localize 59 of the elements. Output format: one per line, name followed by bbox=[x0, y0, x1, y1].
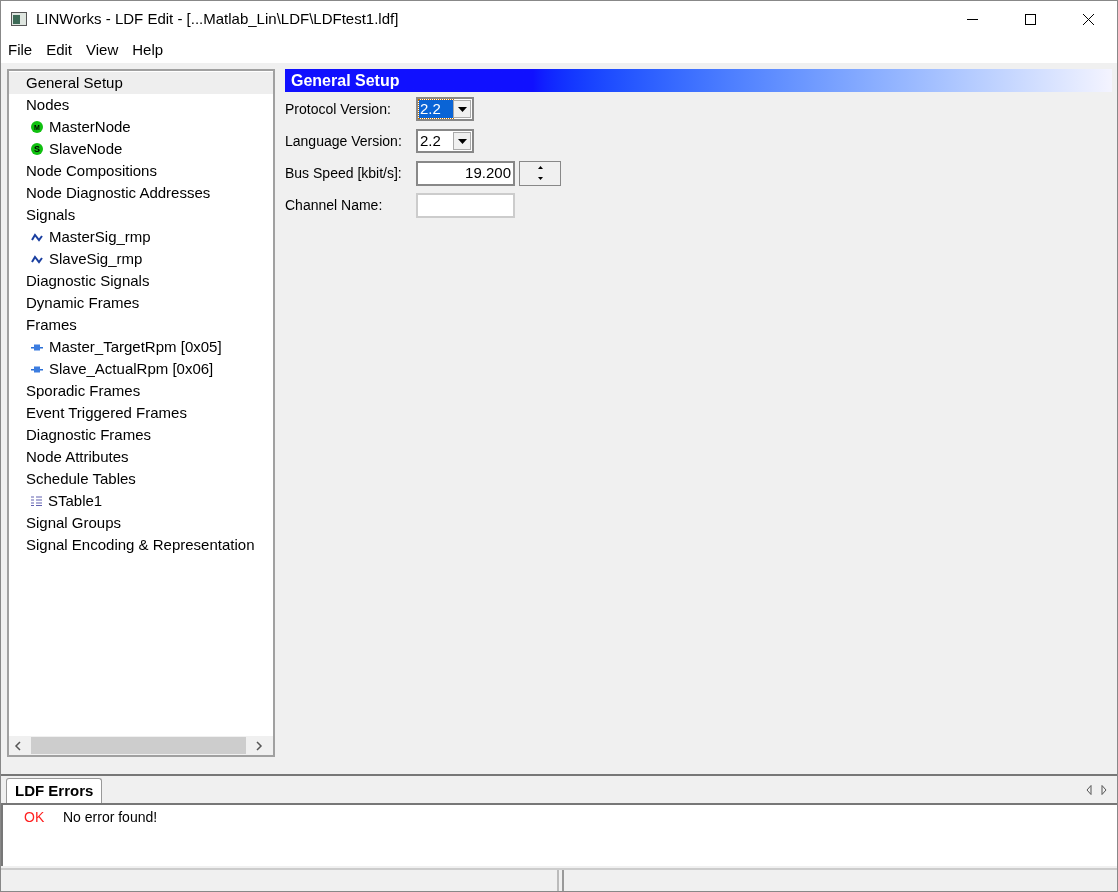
spin-buttons[interactable] bbox=[519, 160, 561, 186]
message-text: No error found! bbox=[63, 807, 158, 827]
menu-item[interactable]: View bbox=[86, 38, 119, 62]
field-label: Protocol Version: bbox=[285, 99, 392, 119]
field-label: Bus Speed [kbit/s]: bbox=[285, 163, 403, 183]
tree-item[interactable]: STable1 bbox=[9, 490, 273, 512]
horizontal-scrollbar[interactable] bbox=[9, 736, 273, 755]
window-title: LINWorks - LDF Edit - [...Matlab_Lin\LDF\LDFtest1.ldf] bbox=[36, 8, 399, 29]
tab-scroll-right-icon[interactable] bbox=[1101, 785, 1107, 795]
spin-up-icon bbox=[537, 165, 543, 169]
tree-item[interactable]: Sporadic Frames bbox=[9, 380, 273, 402]
tree-item[interactable]: MasterSig_rmp bbox=[9, 226, 273, 248]
panel-tab[interactable]: LDF Errors bbox=[6, 778, 103, 803]
text-field[interactable] bbox=[416, 192, 515, 218]
spin-down-icon bbox=[537, 177, 543, 181]
dropdown-arrow-icon bbox=[457, 138, 467, 144]
tree-item[interactable]: Node Compositions bbox=[9, 160, 273, 182]
tab-scroll-left-icon[interactable] bbox=[1086, 785, 1092, 795]
scroll-left-icon[interactable] bbox=[14, 740, 22, 751]
minimize-icon bbox=[966, 18, 978, 20]
close-icon bbox=[1082, 13, 1094, 25]
tree-item[interactable]: Signal Encoding & Representation bbox=[9, 534, 273, 556]
dropdown[interactable]: 2.2 bbox=[416, 129, 474, 153]
frame-icon bbox=[31, 365, 43, 373]
wave-icon bbox=[31, 254, 43, 264]
tree-item[interactable]: Signals bbox=[9, 204, 273, 226]
tree-item[interactable]: General Setup bbox=[9, 72, 273, 94]
wave-icon bbox=[31, 232, 43, 242]
tree-item[interactable]: Nodes bbox=[9, 94, 273, 116]
tree-item[interactable]: Event Triggered Frames bbox=[9, 402, 273, 424]
table-icon bbox=[31, 496, 42, 506]
status-text: OK bbox=[24, 807, 46, 827]
tree-item[interactable]: Signal Groups bbox=[9, 512, 273, 534]
tree-item[interactable]: SlaveSig_rmp bbox=[9, 248, 273, 270]
panel-header: General Setup bbox=[285, 69, 1112, 92]
number-field[interactable]: 19.200 bbox=[416, 160, 515, 186]
dropdown[interactable]: 2.2 bbox=[416, 97, 474, 121]
node-badge: S bbox=[31, 143, 43, 155]
menu-item[interactable]: Edit bbox=[46, 38, 73, 62]
menu-item[interactable]: Help bbox=[132, 38, 164, 62]
frame-icon bbox=[31, 343, 43, 351]
dropdown-arrow-icon bbox=[457, 106, 467, 112]
tree-item[interactable]: Slave_ActualRpm [0x06] bbox=[9, 358, 273, 380]
tree-item[interactable]: Diagnostic Frames bbox=[9, 424, 273, 446]
tree-item[interactable]: Master_TargetRpm [0x05] bbox=[9, 336, 273, 358]
field-label: Language Version: bbox=[285, 131, 403, 151]
app-icon bbox=[11, 12, 27, 26]
tree-item[interactable]: Diagnostic Signals bbox=[9, 270, 273, 292]
tree-item[interactable]: Node Diagnostic Addresses bbox=[9, 182, 273, 204]
scroll-right-icon[interactable] bbox=[255, 740, 263, 751]
tree-item[interactable]: Frames bbox=[9, 314, 273, 336]
tree-item[interactable]: Dynamic Frames bbox=[9, 292, 273, 314]
tree-item[interactable]: S SlaveNode bbox=[9, 138, 273, 160]
maximize-icon bbox=[1024, 13, 1036, 25]
menu-item[interactable]: File bbox=[8, 38, 33, 62]
scrollbar-thumb[interactable] bbox=[31, 737, 246, 754]
tree-item[interactable]: Node Attributes bbox=[9, 446, 273, 468]
tree-item[interactable]: Schedule Tables bbox=[9, 468, 273, 490]
field-label: Channel Name: bbox=[285, 195, 384, 215]
